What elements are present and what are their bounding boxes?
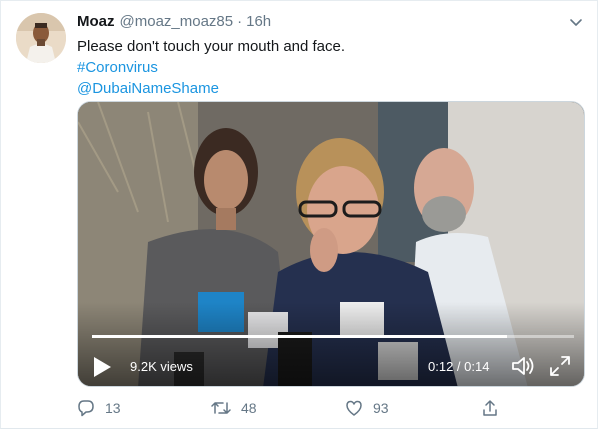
user-handle[interactable]: @moaz_moaz85 <box>120 13 234 30</box>
fullscreen-icon[interactable] <box>548 354 572 378</box>
heart-icon <box>346 400 362 416</box>
chevron-down-icon[interactable] <box>567 13 585 31</box>
mention-link[interactable]: @DubaiNameShame <box>77 78 345 99</box>
share-icon <box>483 400 497 416</box>
like-button[interactable]: 93 <box>345 397 389 419</box>
tweet-text-line: Please don't touch your mouth and face. <box>77 38 346 55</box>
tweet-card[interactable]: Moaz @moaz_moaz85 · 16h Please don't tou… <box>0 0 598 429</box>
reply-count: 13 <box>105 400 121 416</box>
video-progress-fill <box>92 335 507 338</box>
video-view-count: 9.2K views <box>130 359 193 374</box>
tweet-timestamp[interactable]: 16h <box>246 13 271 30</box>
video-timecode: 0:12 / 0:14 <box>428 359 490 374</box>
tweet-text: Please don't touch your mouth and face. … <box>77 36 345 99</box>
tweet-header: Moaz @moaz_moaz85 · 16h <box>77 13 271 33</box>
retweet-icon <box>211 402 231 414</box>
video-progress-bar[interactable] <box>92 335 574 338</box>
video-frame <box>78 102 584 386</box>
retweet-button[interactable]: 48 <box>211 397 257 419</box>
play-icon[interactable] <box>92 356 112 378</box>
video-player[interactable]: 9.2K views 0:12 / 0:14 <box>77 101 585 387</box>
retweet-count: 48 <box>241 400 257 416</box>
display-name[interactable]: Moaz <box>77 13 115 30</box>
tweet-actions: 13 48 93 <box>77 397 517 421</box>
separator-dot: · <box>237 13 243 30</box>
share-button[interactable] <box>481 397 509 419</box>
like-count: 93 <box>373 400 389 416</box>
avatar[interactable] <box>16 13 66 63</box>
avatar-image <box>16 13 66 63</box>
hashtag-link[interactable]: #Coronvirus <box>77 57 345 78</box>
reply-button[interactable]: 13 <box>77 397 121 419</box>
reply-icon <box>78 400 94 417</box>
volume-icon[interactable] <box>510 354 536 378</box>
